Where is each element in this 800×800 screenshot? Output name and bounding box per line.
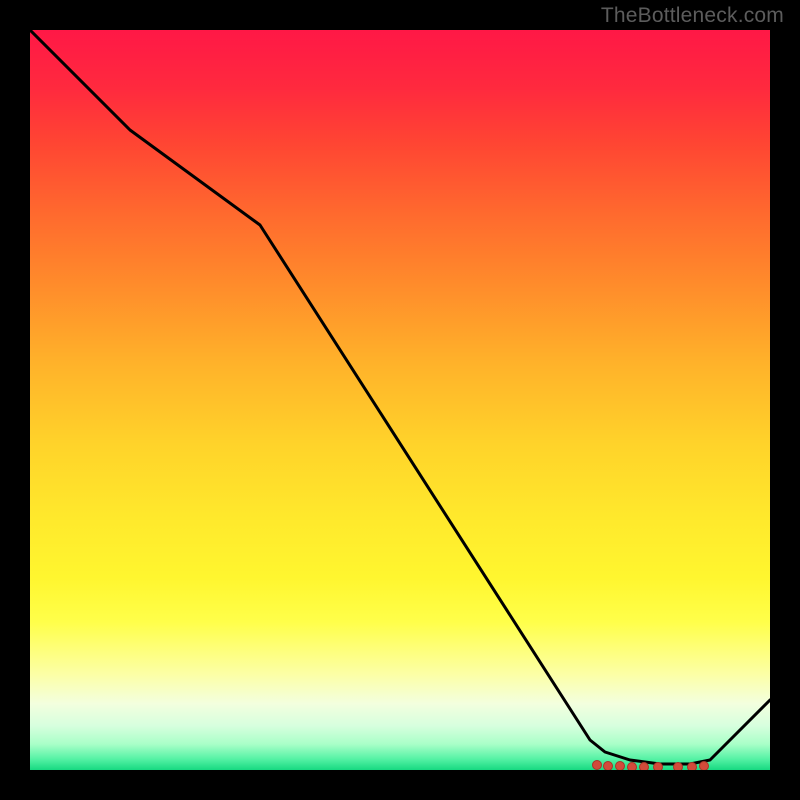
marker-dot [604,762,613,771]
marker-dot [688,763,697,771]
marker-dot [700,762,709,771]
plot-area [30,30,770,770]
marker-dot [628,763,637,771]
data-curve [30,30,770,764]
marker-dot [593,761,602,770]
watermark-text: TheBottleneck.com [601,4,784,28]
marker-dot [654,763,663,771]
marker-dot [674,763,683,771]
curve-layer [30,30,770,764]
marker-dot [640,763,649,771]
marker-dot [616,762,625,771]
chart-stage: TheBottleneck.com [0,0,800,800]
chart-svg [30,30,770,770]
